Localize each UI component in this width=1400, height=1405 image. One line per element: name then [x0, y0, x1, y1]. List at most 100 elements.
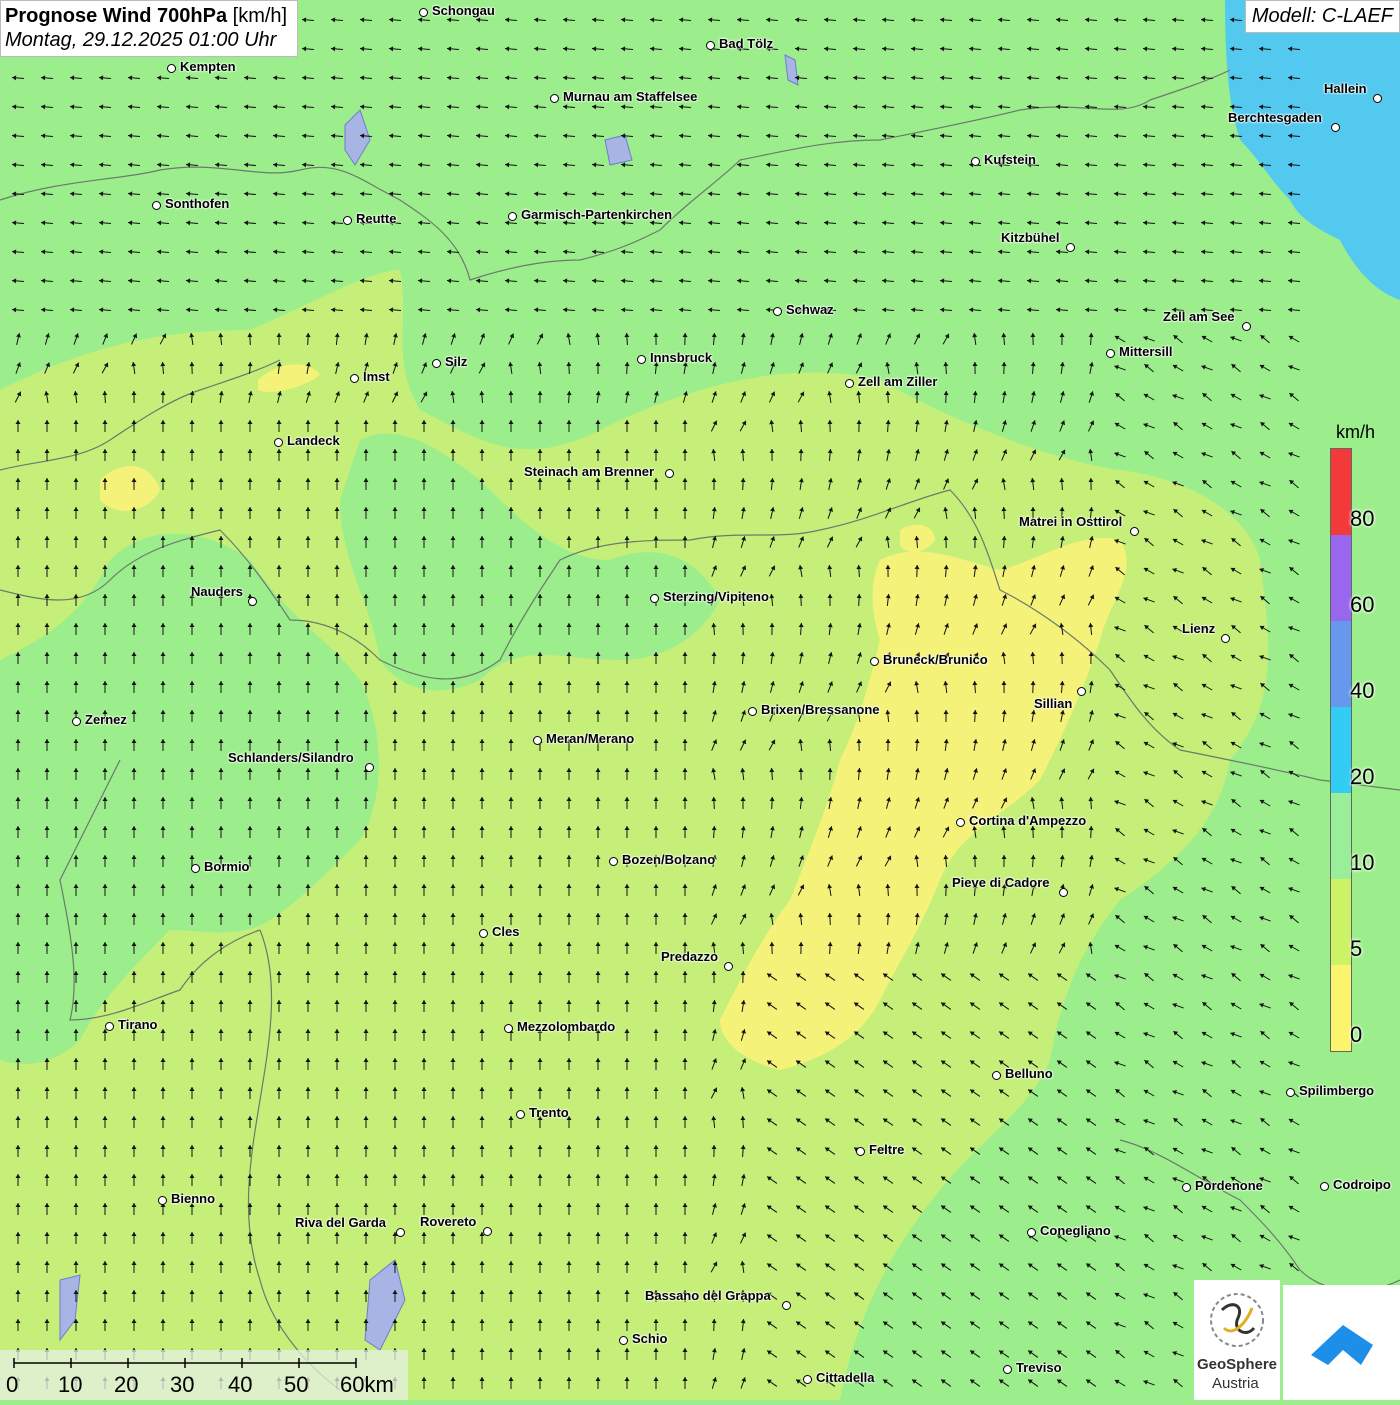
city-marker — [803, 1375, 812, 1384]
city-label: Zell am See — [1163, 309, 1235, 324]
color-legend — [1330, 448, 1352, 1052]
city-marker — [706, 41, 715, 50]
scale-label: 60km — [340, 1372, 394, 1398]
city-label: Cortina d'Ampezzo — [969, 813, 1086, 828]
scale-label: 40 — [228, 1372, 252, 1398]
city-marker — [1373, 94, 1382, 103]
city-marker — [1320, 1182, 1329, 1191]
city-marker — [1242, 322, 1251, 331]
city-label: Hallein — [1324, 81, 1367, 96]
city-marker — [748, 707, 757, 716]
legend-tick-label: 10 — [1350, 850, 1374, 876]
city-label: Schwaz — [786, 302, 834, 317]
city-label: Zernez — [85, 712, 127, 727]
city-label: Nauders — [191, 584, 243, 599]
city-label: Pordenone — [1195, 1178, 1263, 1193]
legend-unit: km/h — [1336, 422, 1375, 443]
city-marker — [1106, 349, 1115, 358]
city-marker — [956, 818, 965, 827]
city-marker — [1182, 1183, 1191, 1192]
city-marker — [619, 1336, 628, 1345]
legend-tick-label: 60 — [1350, 592, 1374, 618]
city-marker — [158, 1196, 167, 1205]
city-marker — [419, 8, 428, 17]
city-marker — [248, 597, 257, 606]
city-label: Reutte — [356, 211, 396, 226]
city-marker — [650, 594, 659, 603]
city-marker — [432, 359, 441, 368]
legend-swatch — [1331, 879, 1351, 965]
city-label: Pieve di Cadore — [952, 875, 1050, 890]
legend-tick-label: 0 — [1350, 1022, 1362, 1048]
city-marker — [1331, 123, 1340, 132]
mountain-logo-icon — [1283, 1285, 1400, 1400]
city-label: Feltre — [869, 1142, 904, 1157]
city-marker — [152, 201, 161, 210]
geosphere-emblem-icon — [1194, 1280, 1280, 1360]
city-label: Murnau am Staffelsee — [563, 89, 697, 104]
city-marker — [724, 962, 733, 971]
city-label: Matrei in Osttirol — [1019, 514, 1122, 529]
city-marker — [665, 469, 674, 478]
city-marker — [1077, 687, 1086, 696]
scale-label: 0 — [6, 1372, 18, 1398]
city-marker — [637, 355, 646, 364]
city-label: Meran/Merano — [546, 731, 634, 746]
city-label: Kempten — [180, 59, 236, 74]
city-label: Garmisch-Partenkirchen — [521, 207, 672, 222]
city-label: Rovereto — [420, 1214, 476, 1229]
city-marker — [479, 929, 488, 938]
city-label: Steinach am Brenner — [524, 464, 654, 479]
legend-tick-label: 80 — [1350, 506, 1374, 532]
city-label: Bassano del Grappa — [645, 1288, 771, 1303]
city-label: Bozen/Bolzano — [622, 852, 715, 867]
city-label: Sonthofen — [165, 196, 229, 211]
city-label: Landeck — [287, 433, 340, 448]
city-label: Bruneck/Brunico — [883, 652, 988, 667]
city-marker — [845, 379, 854, 388]
city-label: Bad Tölz — [719, 36, 773, 51]
city-label: Bienno — [171, 1191, 215, 1206]
title-text: Prognose Wind 700hPa — [5, 5, 227, 27]
city-marker — [72, 717, 81, 726]
city-label: Trento — [529, 1105, 569, 1120]
city-label: Mezzolombardo — [517, 1019, 615, 1034]
city-label: Schlanders/Silandro — [228, 750, 354, 765]
scale-label: 30 — [170, 1372, 194, 1398]
city-marker — [1286, 1088, 1295, 1097]
scale-label: 50 — [284, 1372, 308, 1398]
legend-tick-label: 40 — [1350, 678, 1374, 704]
legend-swatch — [1331, 707, 1351, 793]
model-label: Modell: C-LAEF — [1245, 0, 1400, 33]
city-label: Zell am Ziller — [858, 374, 937, 389]
logo-text-line2: Austria — [1212, 1375, 1259, 1392]
city-marker — [992, 1071, 1001, 1080]
city-marker — [516, 1110, 525, 1119]
legend-swatch — [1331, 535, 1351, 621]
legend-tick-label: 5 — [1350, 936, 1362, 962]
city-marker — [1130, 527, 1139, 536]
city-label: Bormio — [204, 859, 250, 874]
city-label: Predazzo — [661, 949, 718, 964]
app-logo — [1283, 1285, 1400, 1400]
city-label: Tirano — [118, 1017, 158, 1032]
city-marker — [782, 1301, 791, 1310]
city-marker — [508, 212, 517, 221]
city-label: Imst — [363, 369, 390, 384]
city-marker — [856, 1147, 865, 1156]
city-marker — [1003, 1365, 1012, 1374]
city-label: Schongau — [432, 3, 495, 18]
city-label: Codroipo — [1333, 1177, 1391, 1192]
city-label: Sterzing/Vipiteno — [663, 589, 769, 604]
legend-swatch — [1331, 793, 1351, 879]
city-label: Conegliano — [1040, 1223, 1111, 1238]
city-label: Spilimbergo — [1299, 1083, 1374, 1098]
legend-swatch — [1331, 965, 1351, 1051]
logo-text-line1: GeoSphere — [1197, 1356, 1277, 1373]
city-label: Cittadella — [816, 1370, 875, 1385]
city-marker — [1027, 1228, 1036, 1237]
city-label: Kufstein — [984, 152, 1036, 167]
legend-swatch — [1331, 449, 1351, 535]
city-label: Riva del Garda — [295, 1215, 386, 1230]
city-marker — [870, 657, 879, 666]
